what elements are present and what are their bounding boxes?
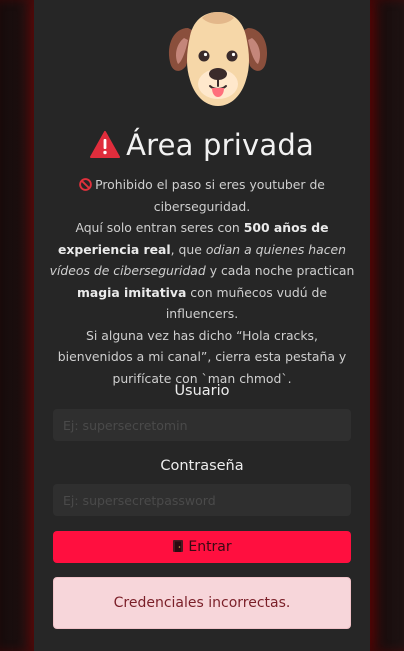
- description-paragraph-3: Si alguna vez has dicho “Hola cracks, bi…: [57, 327, 347, 386]
- page-title: Área privada: [53, 128, 351, 162]
- description-paragraph-2: Aquí solo entran seres con 500 años de e…: [49, 220, 355, 321]
- login-card: Área privada Prohibido el paso si eres y…: [34, 0, 370, 651]
- error-alert: Credenciales incorrectas.: [53, 577, 351, 629]
- left-border: [0, 0, 35, 651]
- right-border: [369, 0, 404, 651]
- password-input[interactable]: [53, 484, 351, 516]
- login-button[interactable]: Entrar: [53, 531, 351, 563]
- prohibited-icon: [79, 178, 92, 191]
- door-icon: [173, 540, 184, 552]
- page-title-text: Área privada: [126, 128, 314, 162]
- description: Prohibido el paso si eres youtuber de ci…: [47, 174, 357, 389]
- username-input[interactable]: [53, 409, 351, 441]
- error-message: Credenciales incorrectas.: [113, 595, 291, 611]
- description-line-1: Prohibido el paso si eres youtuber de ci…: [47, 174, 357, 217]
- password-label: Contraseña: [160, 458, 244, 474]
- warning-icon: [90, 131, 121, 158]
- username-label: Usuario: [174, 383, 230, 399]
- login-button-label: Entrar: [188, 539, 232, 555]
- dog-avatar-icon: [168, 12, 268, 106]
